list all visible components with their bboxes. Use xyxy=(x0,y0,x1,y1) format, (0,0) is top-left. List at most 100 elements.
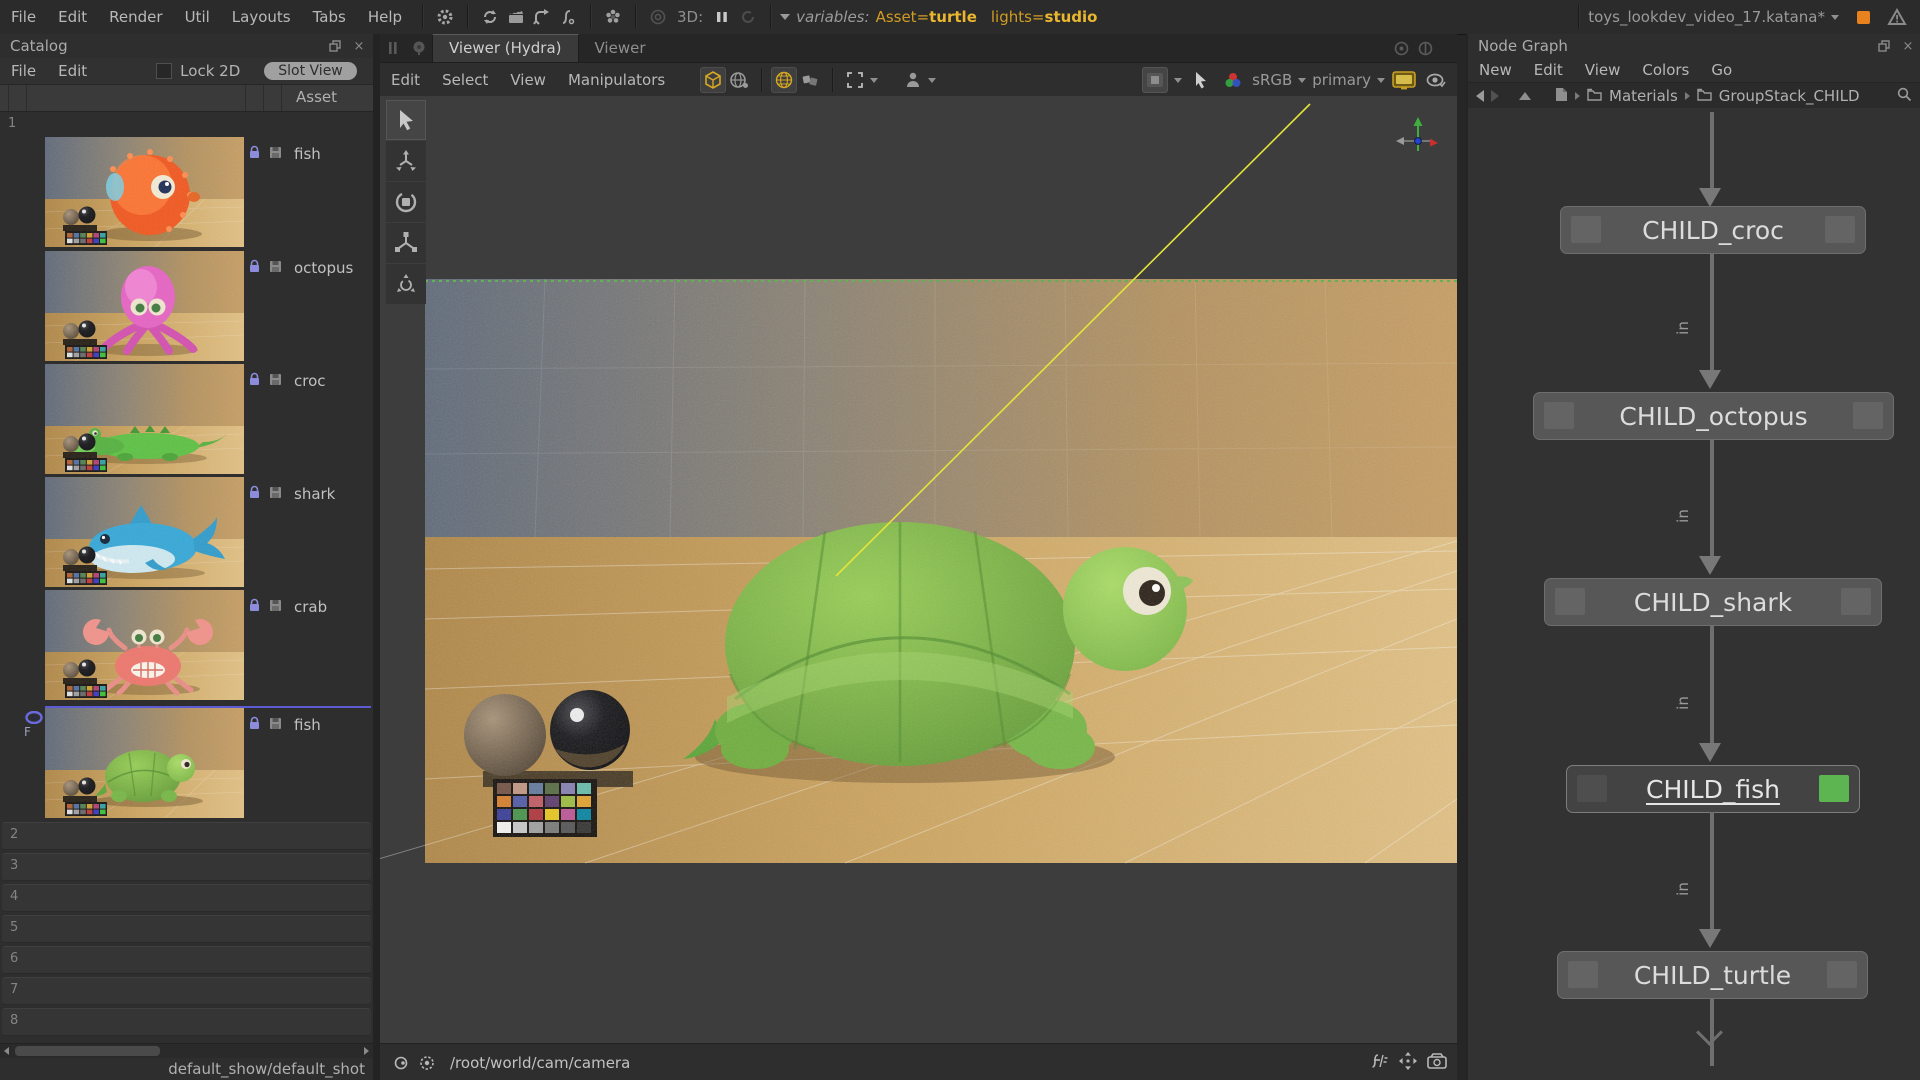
scale-tool-icon[interactable] xyxy=(386,223,426,263)
pin-icon[interactable] xyxy=(406,34,432,62)
pause-icon[interactable] xyxy=(709,4,735,30)
translate-tool-icon[interactable] xyxy=(386,141,426,181)
select-tool-icon[interactable] xyxy=(386,100,426,140)
chevron-down-icon[interactable] xyxy=(1831,15,1839,20)
f-curve-icon[interactable] xyxy=(555,4,581,30)
node-connection[interactable] xyxy=(1710,112,1714,190)
nav-back-icon[interactable] xyxy=(1476,90,1484,102)
render-thumbnail-fish[interactable] xyxy=(45,137,244,247)
chevron-down-icon[interactable] xyxy=(928,78,936,83)
float-panel-icon[interactable] xyxy=(1876,38,1892,54)
asset-name[interactable]: crab xyxy=(294,598,327,616)
rotate-tool-icon[interactable] xyxy=(386,182,426,222)
menu-layouts[interactable]: Layouts xyxy=(221,8,302,26)
save-disk-icon[interactable] xyxy=(269,259,282,277)
save-disk-icon[interactable] xyxy=(269,145,282,163)
lock-icon[interactable] xyxy=(248,145,261,163)
crop-region-icon[interactable] xyxy=(842,67,868,93)
nav-forward-icon[interactable] xyxy=(1491,90,1499,102)
render-thumbnail-crab[interactable] xyxy=(45,590,244,700)
variable-lights[interactable]: lights=studio xyxy=(991,8,1106,26)
node-input-port[interactable] xyxy=(1544,402,1574,429)
node-child-fish[interactable]: CHILD_fish xyxy=(1566,765,1860,813)
render-loop-icon[interactable] xyxy=(477,4,503,30)
menu-file[interactable]: File xyxy=(0,8,47,26)
chevron-down-icon[interactable] xyxy=(1298,78,1306,83)
catalog-menu-edit[interactable]: Edit xyxy=(47,62,98,80)
node-output-port[interactable] xyxy=(1825,216,1855,243)
lock-icon[interactable] xyxy=(248,372,261,390)
node-output-port[interactable] xyxy=(1853,402,1883,429)
catalog-slot-empty[interactable]: 6 xyxy=(2,946,371,974)
lock-icon[interactable] xyxy=(248,259,261,277)
node-connection[interactable] xyxy=(1710,253,1714,370)
node-input-port[interactable] xyxy=(1555,588,1585,615)
menu-help[interactable]: Help xyxy=(357,8,413,26)
textured-mode-icon[interactable] xyxy=(726,67,752,93)
catalog-menu-file[interactable]: File xyxy=(0,62,47,80)
clapperboard-icon[interactable] xyxy=(503,4,529,30)
lock-icon[interactable] xyxy=(248,485,261,503)
catalog-slot-empty[interactable]: 5 xyxy=(2,915,371,943)
node-child-octopus[interactable]: CHILD_octopus xyxy=(1533,392,1894,440)
expose-eye-icon[interactable] xyxy=(1423,67,1449,93)
rgb-channels-icon[interactable] xyxy=(1220,67,1246,93)
node-child-shark[interactable]: CHILD_shark xyxy=(1544,578,1882,626)
chevron-down-icon[interactable] xyxy=(1174,78,1182,83)
node-input-port[interactable] xyxy=(1568,961,1598,988)
camera-slate-icon[interactable] xyxy=(1427,1053,1447,1073)
close-panel-icon[interactable]: × xyxy=(351,38,367,54)
camera-path-field[interactable]: /root/world/cam/camera xyxy=(450,1054,630,1072)
snapshot-icon[interactable] xyxy=(1394,41,1409,60)
viewer-menu-select[interactable]: Select xyxy=(431,71,499,89)
menu-tabs[interactable]: Tabs xyxy=(302,8,357,26)
lock-icon[interactable] xyxy=(248,716,261,734)
lock-2d-checkbox[interactable] xyxy=(156,63,172,79)
close-panel-icon[interactable]: × xyxy=(1900,38,1916,54)
asset-name[interactable]: octopus xyxy=(294,259,353,277)
nav-up-icon[interactable] xyxy=(1519,92,1531,100)
drag-handle-icon[interactable] xyxy=(380,34,406,62)
catalog-item-octopus[interactable]: octopus xyxy=(0,251,373,363)
render-scene[interactable] xyxy=(380,96,1457,1043)
catalog-slot-empty[interactable]: 8 xyxy=(2,1008,371,1036)
menu-render[interactable]: Render xyxy=(98,8,173,26)
lock-icon[interactable] xyxy=(248,598,261,616)
node-connection[interactable] xyxy=(1710,439,1714,556)
tab-viewer[interactable]: Viewer xyxy=(579,35,662,62)
ng-menu-edit[interactable]: Edit xyxy=(1523,61,1574,79)
ng-menu-go[interactable]: Go xyxy=(1700,61,1743,79)
viewer-menu-manipulators[interactable]: Manipulators xyxy=(557,71,676,89)
catalog-slot-empty[interactable]: 7 xyxy=(2,977,371,1005)
project-filename[interactable]: toys_lookdev_video_17.katana* xyxy=(1588,8,1825,26)
chevron-down-icon[interactable] xyxy=(870,78,878,83)
asset-column-label[interactable]: Asset xyxy=(296,88,337,106)
camera-settings-icon[interactable] xyxy=(414,1050,440,1076)
shaded-mode-icon[interactable] xyxy=(700,67,726,93)
wireframe-globe-icon[interactable] xyxy=(771,67,797,93)
catalog-slot-empty[interactable]: 4 xyxy=(2,884,371,912)
channel-dropdown[interactable]: primary xyxy=(1312,71,1371,89)
look-through-icon[interactable] xyxy=(388,1050,414,1076)
render-layer-icon[interactable] xyxy=(1142,67,1168,93)
colorspace-dropdown[interactable]: sRGB xyxy=(1252,71,1292,89)
render-thumbnail-shark[interactable] xyxy=(45,477,244,587)
save-disk-icon[interactable] xyxy=(269,485,282,503)
breadcrumb-materials[interactable]: Materials xyxy=(1609,87,1678,105)
asset-name[interactable]: shark xyxy=(294,485,335,503)
save-disk-icon[interactable] xyxy=(269,716,282,734)
pointer-icon[interactable] xyxy=(1188,67,1214,93)
compare-icon[interactable] xyxy=(1418,41,1433,60)
asset-name[interactable]: fish xyxy=(294,716,321,734)
camera-person-icon[interactable] xyxy=(900,67,926,93)
node-connection[interactable] xyxy=(1710,625,1714,743)
catalog-item-fish-selected[interactable]: fish xyxy=(0,708,373,820)
node-child-croc[interactable]: CHILD_croc xyxy=(1560,206,1866,254)
ng-menu-view[interactable]: View xyxy=(1574,61,1632,79)
exposure-icon[interactable] xyxy=(1371,1053,1389,1073)
menu-edit[interactable]: Edit xyxy=(47,8,98,26)
node-output-port[interactable] xyxy=(1827,961,1857,988)
catalog-slot-empty[interactable]: 2 xyxy=(2,822,371,850)
scrollbar-thumb[interactable] xyxy=(15,1046,160,1056)
ng-menu-new[interactable]: New xyxy=(1468,61,1523,79)
